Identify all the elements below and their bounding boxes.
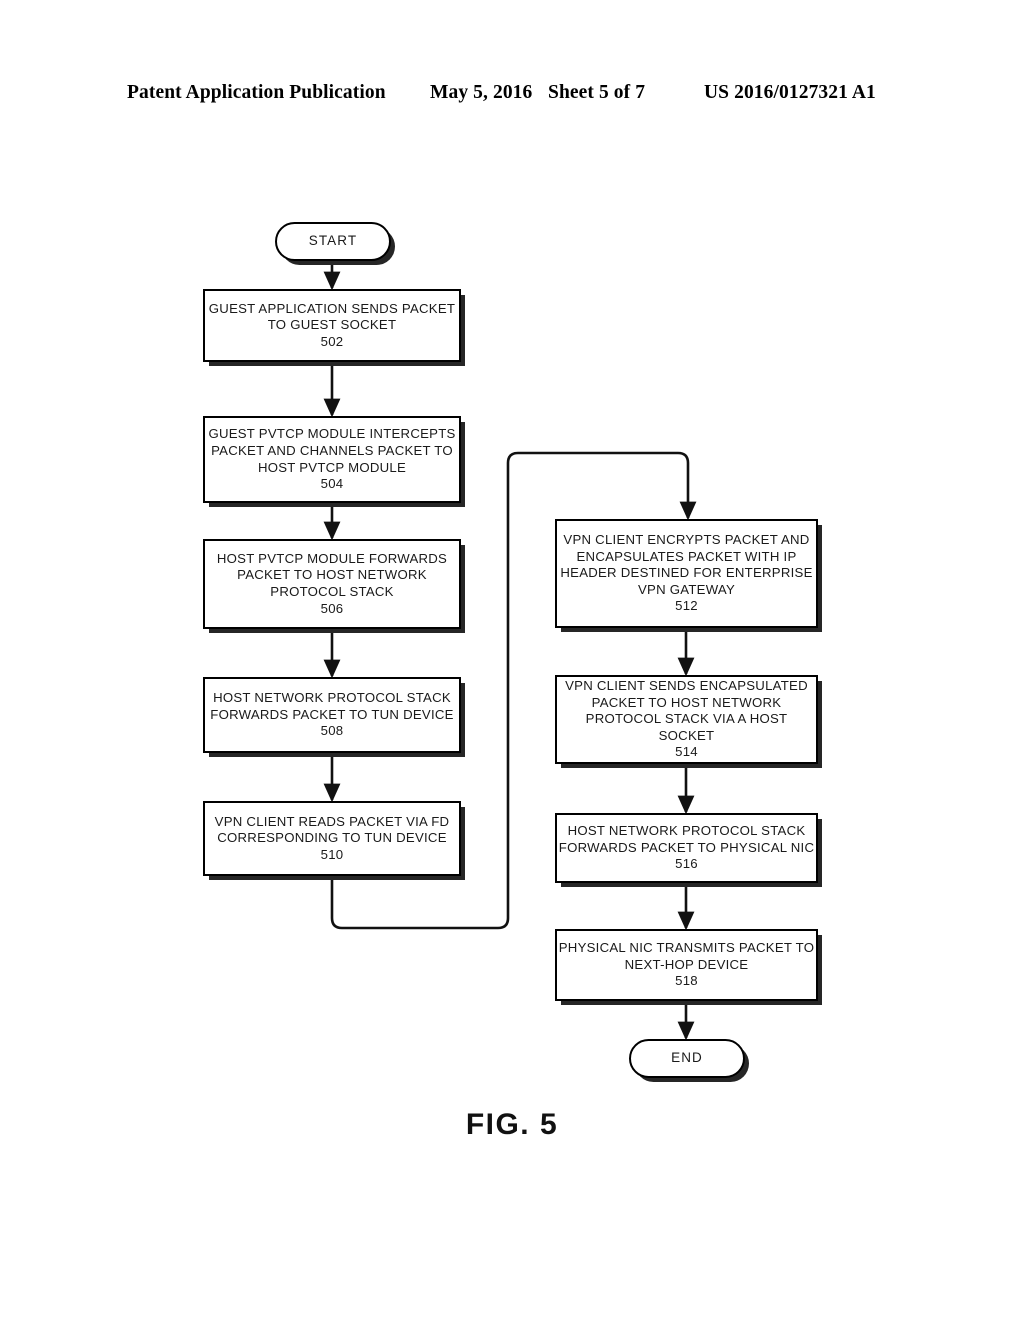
process-box-508: HOST NETWORK PROTOCOL STACK FORWARDS PAC… bbox=[203, 677, 461, 753]
process-box-514-ref: 514 bbox=[675, 744, 698, 760]
process-box-504-line-1: GUEST PVTCP MODULE INTERCEPTS bbox=[208, 426, 456, 442]
process-box-516-line-2: FORWARDS PACKET TO PHYSICAL NIC bbox=[558, 839, 815, 855]
process-box-518-ref: 518 bbox=[675, 973, 698, 989]
process-box-504-line-3: HOST PVTCP MODULE bbox=[257, 459, 407, 475]
process-box-502-line-1: GUEST APPLICATION SENDS PACKET bbox=[208, 300, 456, 316]
process-box-510-line-2: CORRESPONDING TO TUN DEVICE bbox=[217, 830, 447, 846]
process-box-514-line-2: PACKET TO HOST NETWORK bbox=[591, 694, 782, 710]
process-box-512-ref: 512 bbox=[675, 598, 698, 614]
terminal-start-label: START bbox=[308, 233, 358, 249]
process-box-512: VPN CLIENT ENCRYPTS PACKET AND ENCAPSULA… bbox=[555, 519, 818, 628]
process-box-512-line-3: HEADER DESTINED FOR ENTERPRISE bbox=[560, 565, 813, 581]
process-box-518-line-2: NEXT-HOP DEVICE bbox=[624, 956, 749, 972]
terminal-start: START bbox=[275, 222, 391, 261]
process-box-512-line-4: VPN GATEWAY bbox=[637, 581, 736, 597]
process-box-514-line-1: VPN CLIENT SENDS ENCAPSULATED bbox=[565, 678, 808, 694]
process-box-510: VPN CLIENT READS PACKET VIA FD CORRESPON… bbox=[203, 801, 461, 876]
process-box-512-line-2: ENCAPSULATES PACKET WITH IP bbox=[576, 548, 797, 564]
process-box-504: GUEST PVTCP MODULE INTERCEPTS PACKET AND… bbox=[203, 416, 461, 503]
process-box-508-ref: 508 bbox=[320, 723, 344, 739]
process-box-506-line-2: PACKET TO HOST NETWORK bbox=[237, 567, 427, 583]
process-box-508-line-1: HOST NETWORK PROTOCOL STACK bbox=[213, 690, 451, 706]
process-box-516-ref: 516 bbox=[675, 856, 698, 872]
process-box-518: PHYSICAL NIC TRANSMITS PACKET TO NEXT-HO… bbox=[555, 929, 818, 1001]
process-box-510-ref: 510 bbox=[320, 846, 344, 862]
process-box-508-line-2: FORWARDS PACKET TO TUN DEVICE bbox=[210, 706, 454, 722]
process-box-516: HOST NETWORK PROTOCOL STACK FORWARDS PAC… bbox=[555, 813, 818, 883]
terminal-end-label: END bbox=[671, 1050, 703, 1066]
process-box-518-line-1: PHYSICAL NIC TRANSMITS PACKET TO bbox=[558, 940, 815, 956]
process-box-506-line-1: HOST PVTCP MODULE FORWARDS bbox=[216, 550, 448, 566]
process-box-514: VPN CLIENT SENDS ENCAPSULATED PACKET TO … bbox=[555, 675, 818, 764]
process-box-510-line-1: VPN CLIENT READS PACKET VIA FD bbox=[214, 813, 450, 829]
process-box-506: HOST PVTCP MODULE FORWARDS PACKET TO HOS… bbox=[203, 539, 461, 629]
figure-caption: FIG. 5 bbox=[465, 1108, 559, 1141]
process-box-502: GUEST APPLICATION SENDS PACKET TO GUEST … bbox=[203, 289, 461, 362]
process-box-502-line-2: TO GUEST SOCKET bbox=[267, 317, 397, 333]
process-box-504-ref: 504 bbox=[320, 476, 344, 492]
process-box-516-line-1: HOST NETWORK PROTOCOL STACK bbox=[567, 823, 806, 839]
process-box-512-line-1: VPN CLIENT ENCRYPTS PACKET AND bbox=[563, 532, 810, 548]
process-box-502-ref: 502 bbox=[320, 333, 344, 349]
terminal-end: END bbox=[629, 1039, 745, 1078]
process-box-506-ref: 506 bbox=[320, 600, 344, 616]
process-box-504-line-2: PACKET AND CHANNELS PACKET TO bbox=[211, 442, 453, 458]
process-box-506-line-3: PROTOCOL STACK bbox=[270, 584, 394, 599]
process-box-514-line-3: PROTOCOL STACK VIA A HOST SOCKET bbox=[585, 711, 788, 743]
